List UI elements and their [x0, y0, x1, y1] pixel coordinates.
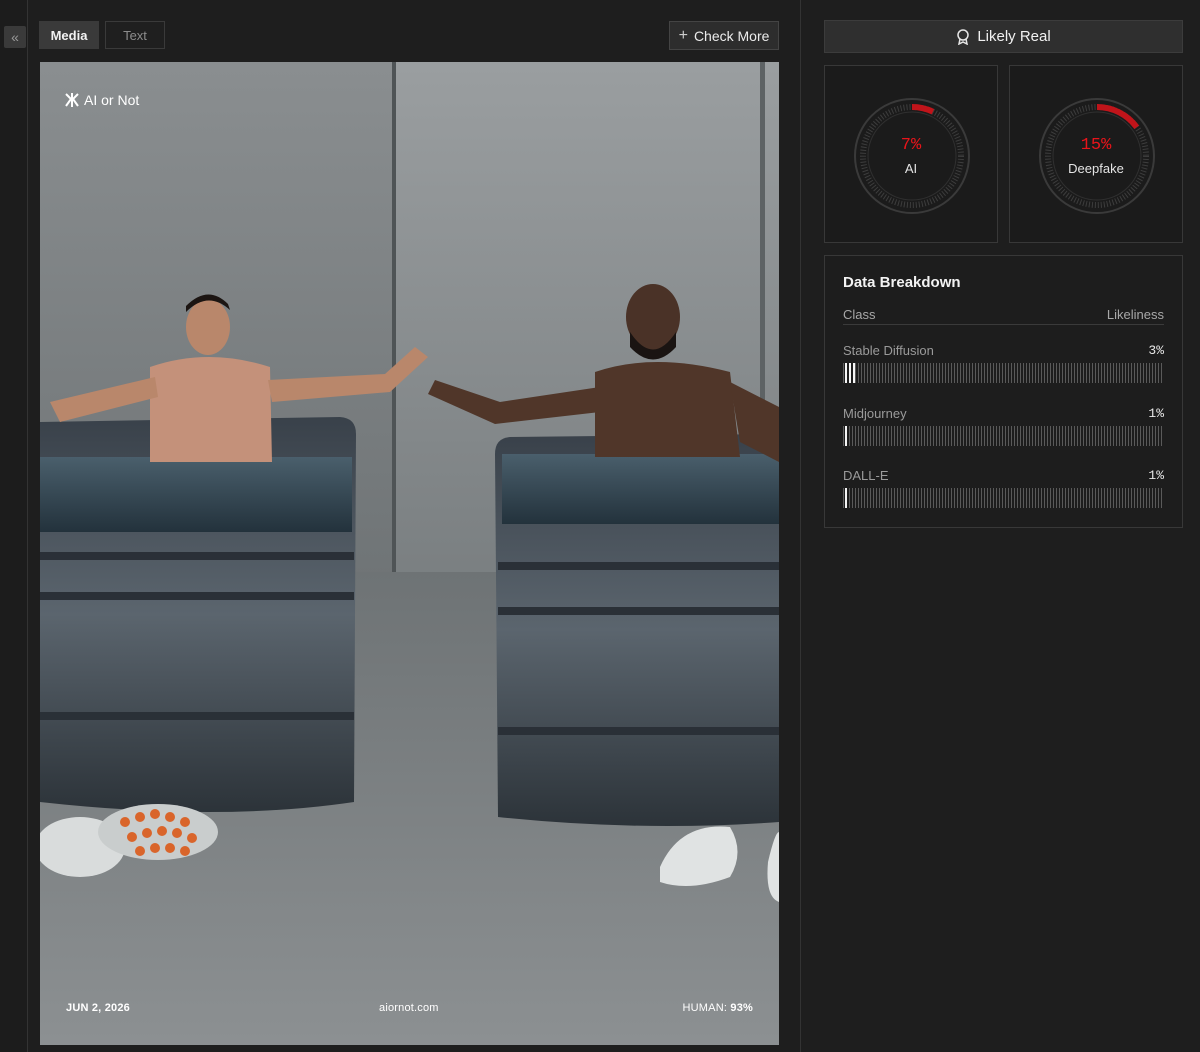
row-percentage: 1% — [1148, 468, 1164, 483]
ai-gauge-value: 7% — [900, 136, 922, 155]
likeliness-bar-fill — [845, 426, 848, 446]
data-breakdown-card: Data Breakdown Class Likeliness Stable D… — [824, 255, 1183, 528]
breakdown-row: Midjourney 1% — [843, 406, 1164, 446]
ai-gauge-label: AI — [904, 161, 918, 176]
deepfake-gauge-label: Deepfake — [1068, 161, 1124, 176]
likeliness-bar — [843, 488, 1164, 508]
likeliness-bar — [843, 426, 1164, 446]
breakdown-row: DALL-E 1% — [843, 468, 1164, 508]
human-score-value: 93% — [730, 1002, 753, 1014]
column-class: Class — [843, 307, 876, 322]
column-likeliness: Likeliness — [1106, 307, 1164, 322]
row-class-name: Midjourney — [843, 406, 907, 421]
likeliness-bar-fill — [845, 363, 855, 383]
breakdown-row: Stable Diffusion 3% — [843, 343, 1164, 383]
plus-icon: + — [678, 26, 688, 44]
verdict-label: Likely Real — [977, 28, 1051, 45]
deepfake-gauge-card: 15% Deepfake — [1009, 65, 1183, 243]
check-more-label: Check More — [693, 27, 770, 44]
ai-gauge-ring — [854, 98, 970, 214]
likeliness-bar-fill — [845, 488, 848, 508]
check-more-button[interactable]: + Check More — [669, 21, 779, 50]
left-rail: « — [0, 0, 28, 1052]
row-percentage: 3% — [1148, 343, 1164, 358]
likeliness-bar — [843, 363, 1164, 383]
image-date: JUN 2, 2026 — [66, 1002, 130, 1014]
deepfake-gauge-ring — [1039, 98, 1155, 214]
ai-gauge-card: 7% AI — [824, 65, 998, 243]
image-site: aiornot.com — [379, 1002, 439, 1014]
brand-watermark: AI or Not — [65, 92, 139, 108]
brand-name: AI or Not — [84, 92, 140, 108]
media-panel: Media Text + Check More AI or Not JUN 2,… — [28, 0, 801, 1052]
verdict-banner: Likely Real — [824, 20, 1183, 53]
analyzed-image: AI or Not JUN 2, 2026 aiornot.com HUMAN:… — [40, 62, 779, 1045]
aiornot-logo-icon — [65, 93, 79, 107]
award-ribbon-icon — [956, 28, 970, 45]
breakdown-title: Data Breakdown — [843, 274, 961, 291]
row-class-name: DALL-E — [843, 468, 889, 483]
row-percentage: 1% — [1148, 406, 1164, 421]
collapse-sidebar-button[interactable]: « — [4, 26, 26, 48]
tab-media[interactable]: Media — [39, 21, 99, 49]
breakdown-header: Class Likeliness — [843, 307, 1164, 325]
tab-text[interactable]: Text — [105, 21, 165, 49]
human-score-label: HUMAN: — [682, 1002, 728, 1014]
human-score: HUMAN: 93% — [683, 1002, 753, 1014]
photo-illustration — [40, 62, 779, 1045]
row-class-name: Stable Diffusion — [843, 343, 934, 358]
deepfake-gauge-value: 15% — [1080, 136, 1112, 155]
double-chevron-left-icon: « — [11, 29, 19, 45]
